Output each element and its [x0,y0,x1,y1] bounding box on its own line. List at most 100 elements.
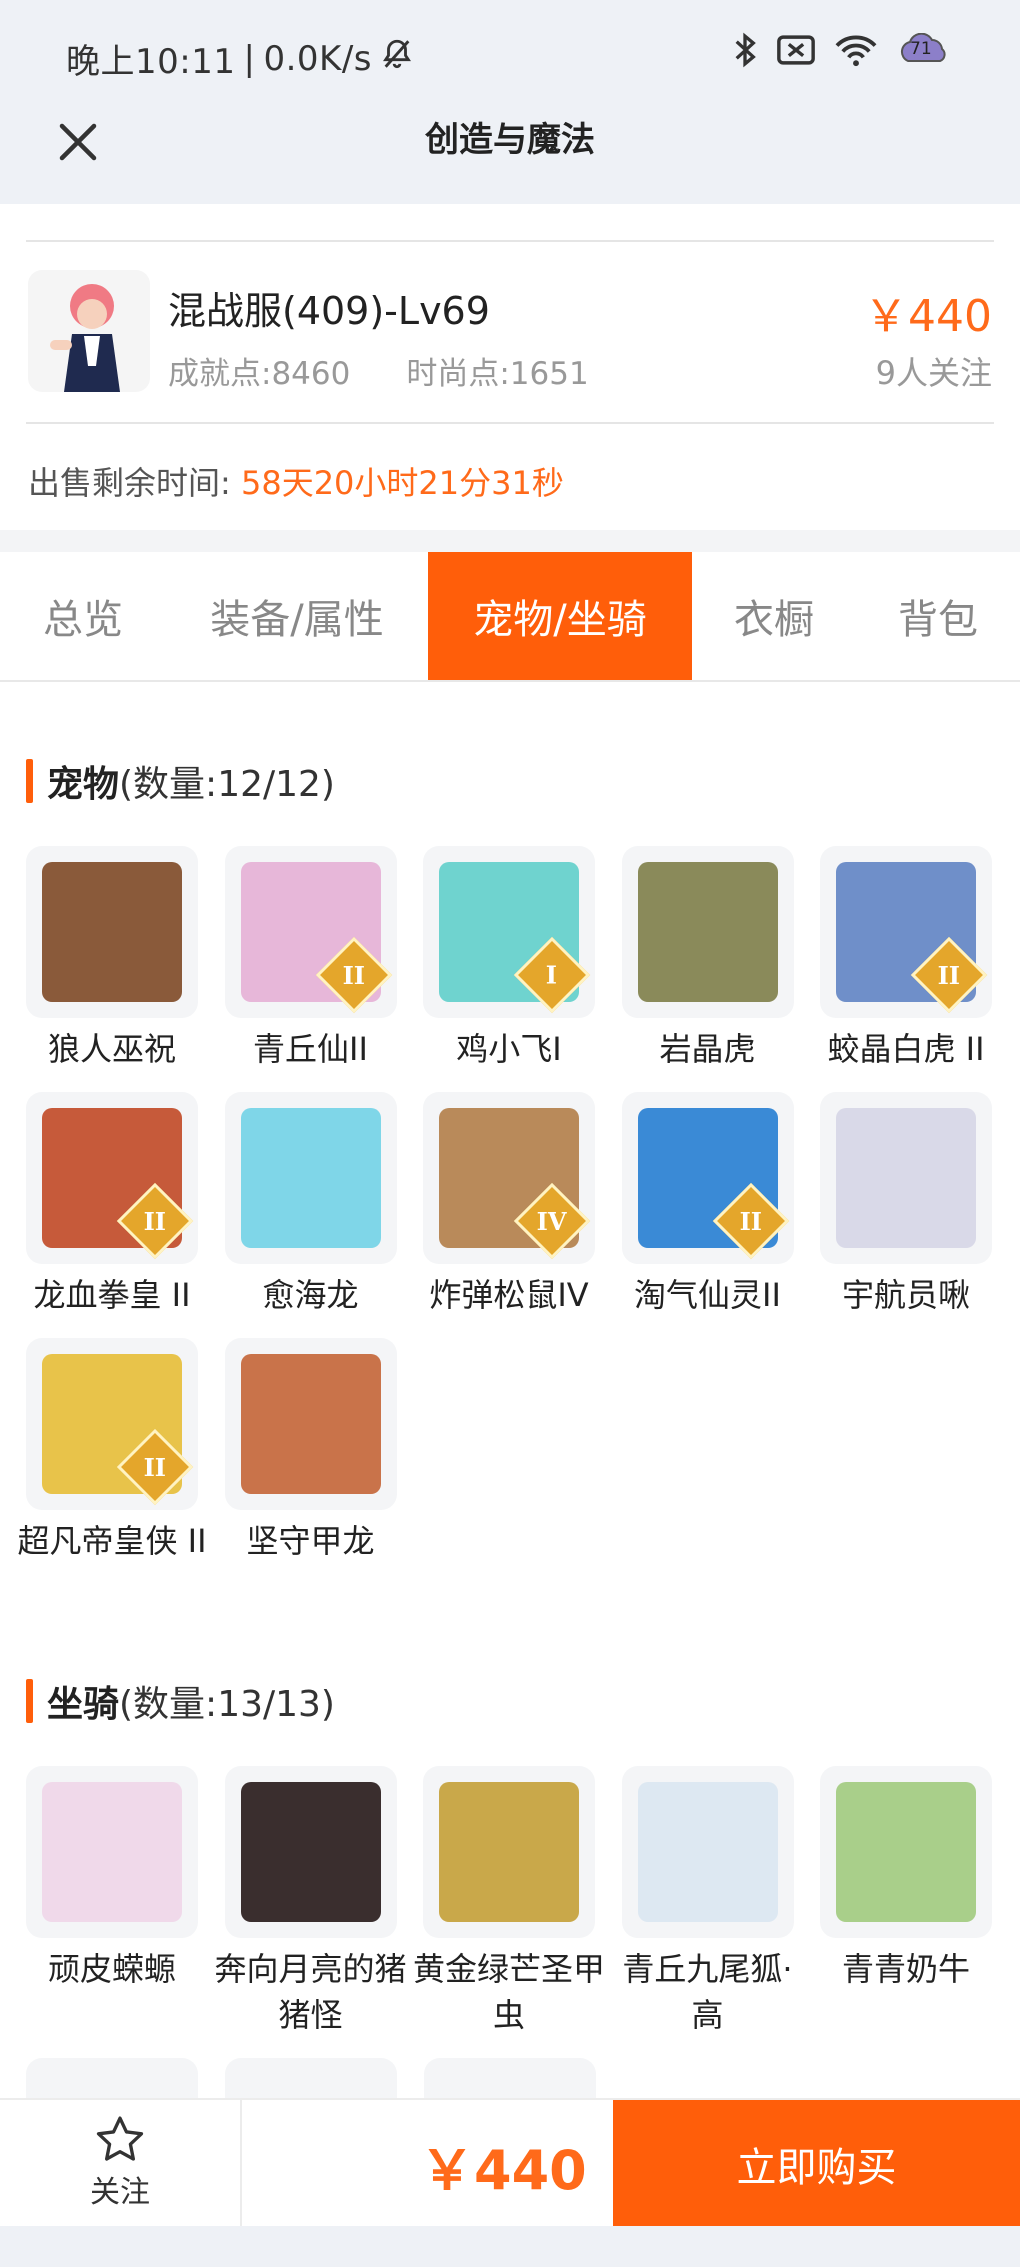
mount-item[interactable]: 青青奶牛 [820,1766,992,1992]
section-accent-bar [26,759,33,803]
mount-item-art [42,1782,182,1922]
sale-remaining-label: 出售剩余时间: [28,464,231,502]
mount-item-image [423,1766,595,1938]
pet-item[interactable]: 宇航员啾 [820,1092,992,1318]
pet-item-image: I [423,846,595,1018]
product-price: ￥440 [864,291,992,342]
pet-item-image: II [820,846,992,1018]
mount-item-art [637,1782,778,1922]
sim-off-icon [776,34,816,66]
tab-wardrobe[interactable]: 衣橱 [692,552,856,680]
mount-item[interactable]: 青丘九尾狐·高 [621,1766,794,2038]
fashion-points: 时尚点:1651 [406,356,589,392]
mount-thumb-partial [26,2058,198,2098]
tab-pets-mounts[interactable]: 宠物/坐骑 [428,552,692,680]
pet-item[interactable]: 狼人巫祝 [26,846,198,1072]
pet-item-image [820,1092,992,1264]
pets-count: (数量:12/12) [119,764,335,805]
pet-item[interactable]: 岩晶虎 [621,846,794,1072]
pet-item-image [26,846,198,1018]
page-title: 创造与魔法 [425,120,595,160]
tier-badge-label: II [342,960,365,990]
pet-item-name: 坚守甲龙 [246,1522,375,1560]
pet-item[interactable]: II 蛟晶白虎 II [820,846,992,1072]
status-right: 71 [732,32,954,68]
pet-item-name: 鸡小飞I [456,1030,562,1068]
pet-item-image [224,1338,397,1510]
product-card[interactable]: 混战服(409)-Lv69 成就点:8460 时尚点:1651 ￥440 9人关… [0,244,1020,424]
pet-item-art [42,862,182,1002]
tier-badge-label: II [143,1452,167,1482]
pet-item-name: 岩晶虎 [659,1030,756,1068]
pets-title: 宠物 [47,764,120,805]
mount-item[interactable]: 奔向月亮的猪猪怪 [214,1766,407,2038]
pet-item[interactable]: II 龙血拳皇 II [26,1092,198,1318]
star-icon [96,2116,144,2161]
buy-now-button[interactable]: 立即购买 [613,2100,1020,2228]
mount-thumb-partial [424,2058,596,2098]
mount-thumb-partial [225,2058,397,2098]
mount-item[interactable]: 黄金绿芒圣甲虫 [413,1766,605,2038]
mounts-grid: 顽皮蝾螈 奔向月亮的猪猪怪 黄金绿芒圣甲虫 青丘九尾狐·高 青青奶牛 [26,1766,996,2106]
status-time: 晚上10:11 [66,42,236,82]
tab-overview[interactable]: 总览 [0,552,166,680]
pets-section-title: 宠物 (数量:12/12) [26,756,335,806]
tab-bar: 总览 装备/属性 宠物/坐骑 衣橱 背包 [0,552,1020,682]
tab-equipment[interactable]: 装备/属性 [166,552,428,680]
follow-button[interactable]: 关注 [0,2100,242,2226]
pet-item-image [621,846,794,1018]
pet-item-name: 愈海龙 [262,1276,359,1314]
product-name: 混战服(409)-Lv69 [168,289,490,333]
mount-item[interactable]: 顽皮蝾螈 [26,1766,198,1992]
product-meta: 成就点:8460 时尚点:1651 [168,348,589,393]
mounts-next-row [26,2058,996,2098]
sale-remaining: 出售剩余时间: 58天20小时21分31秒 [28,458,564,504]
followers-count: 9人关注 [875,354,992,392]
section-gap [0,530,1020,552]
pet-item[interactable]: 愈海龙 [224,1092,397,1318]
bottom-price: ￥440 [420,2139,587,2202]
header: 创造与魔法 [0,100,1020,204]
pet-item[interactable]: II 淘气仙灵II [621,1092,794,1318]
tier-badge-label: II [143,1206,167,1236]
pet-item[interactable]: 坚守甲龙 [224,1338,397,1564]
bluetooth-icon [732,32,758,68]
pet-item-name: 蛟晶白虎 II [827,1030,985,1068]
pet-item[interactable]: I 鸡小飞I [423,846,595,1072]
tier-badge-label: IV [537,1206,567,1236]
network-speed: 0.0K/s [263,38,372,79]
pet-item-name: 炸弹松鼠IV [429,1276,589,1314]
mount-item-name: 黄金绿芒圣甲虫 [412,1950,605,2034]
status-separator: | [243,38,256,79]
pet-item-art [240,1354,381,1494]
pet-item-name: 宇航员啾 [841,1276,970,1314]
pets-grid: 狼人巫祝 II 青丘仙II I 鸡小飞I 岩晶虎 II 蛟晶白虎 II II 龙血拳皇 II 愈海龙… [17,846,996,1626]
mount-item-image [26,1766,198,1938]
pet-item-image: II [224,846,397,1018]
pet-item-name: 龙血拳皇 II [33,1276,191,1314]
pet-item-name: 超凡帝皇侠 II [17,1522,207,1560]
bell-off-icon [380,37,414,80]
bottom-bar: 关注 ￥440 立即购买 [0,2098,1020,2228]
pet-item-image: IV [423,1092,595,1264]
sale-remaining-time: 58天20小时21分31秒 [240,464,564,502]
mount-item-art [439,1782,579,1922]
tab-backpack[interactable]: 背包 [856,552,1020,680]
top-bar: 晚上10:11 | 0.0K/s 71 创造与魔法 [0,0,1020,204]
tier-badge-label: I [546,960,558,990]
pet-item[interactable]: II 青丘仙II [224,846,397,1072]
mount-item-name: 青丘九尾狐·高 [622,1950,793,2034]
pet-item-name: 淘气仙灵II [634,1276,781,1314]
page: 晚上10:11 | 0.0K/s 71 创造与魔法 混战服(409)-Lv69 … [0,0,1020,2267]
mount-item-name: 奔向月亮的猪猪怪 [214,1950,407,2034]
battery-level: 71 [910,39,932,59]
pet-item[interactable]: II 超凡帝皇侠 II [17,1338,207,1564]
mount-item-image [820,1766,992,1938]
achievement-points: 成就点:8460 [168,356,351,392]
character-thumbnail [28,270,150,392]
pet-item[interactable]: IV 炸弹松鼠IV [423,1092,595,1318]
section-accent-bar [26,1679,33,1723]
system-nav-band [0,2226,1020,2267]
pet-item-art [637,862,778,1002]
mount-item-name: 青青奶牛 [841,1950,970,1988]
